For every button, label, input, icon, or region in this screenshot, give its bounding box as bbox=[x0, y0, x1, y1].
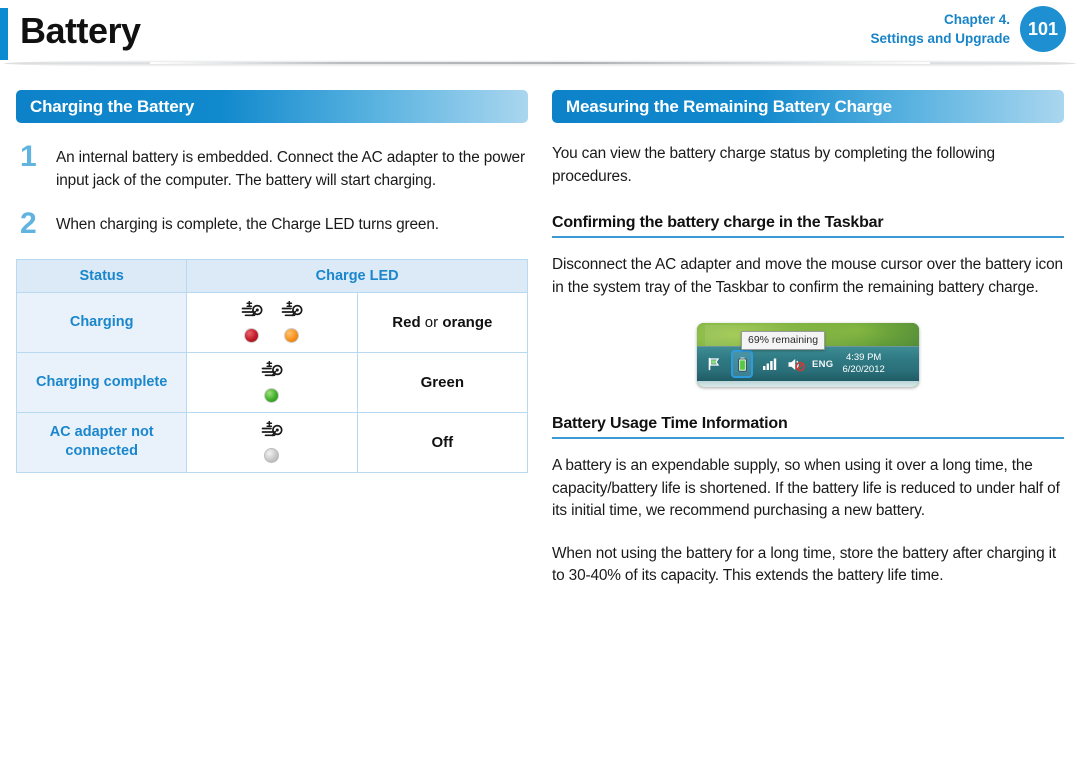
left-accent-bar bbox=[0, 8, 8, 60]
step-number: 2 bbox=[20, 207, 37, 240]
flag-icon[interactable] bbox=[705, 353, 724, 375]
paragraph-taskbar: Disconnect the AC adapter and move the m… bbox=[552, 256, 1063, 296]
step-text: When charging is complete, the Charge LE… bbox=[56, 216, 439, 233]
cell-status: Charging complete bbox=[15, 351, 188, 413]
cell-status: Charging bbox=[15, 291, 188, 353]
step-number: 1 bbox=[20, 140, 37, 173]
column-header-status: Status bbox=[15, 258, 188, 293]
led-unit bbox=[241, 300, 263, 343]
page-title: Battery bbox=[20, 10, 141, 51]
led-unit bbox=[281, 300, 303, 343]
subheading-taskbar: Confirming the battery charge in the Tas… bbox=[552, 214, 1064, 238]
chapter-number: Chapter 4. bbox=[943, 12, 1010, 27]
taskbar-screenshot: ENG 4:39 PM 6/20/2012 69% remaining bbox=[697, 323, 919, 387]
charge-led-icon bbox=[261, 420, 283, 444]
cell-status: AC adapter not connected bbox=[15, 411, 188, 473]
led-color-red: Red bbox=[392, 313, 421, 331]
section-header-measuring: Measuring the Remaining Battery Charge bbox=[552, 90, 1064, 123]
cell-led-color: Green bbox=[356, 351, 529, 413]
battery-icon[interactable] bbox=[731, 350, 753, 378]
charge-led-icon bbox=[261, 360, 283, 384]
right-column: Measuring the Remaining Battery Charge Y… bbox=[552, 90, 1064, 588]
header-divider-line bbox=[150, 62, 930, 64]
section-header-charging: Charging the Battery bbox=[16, 90, 528, 123]
led-dot-off bbox=[264, 447, 280, 463]
table-row: Charging complete Green bbox=[15, 351, 529, 413]
led-unit bbox=[261, 360, 283, 403]
taskbar: ENG 4:39 PM 6/20/2012 bbox=[697, 346, 919, 381]
charge-led-table: Status Charge LED Charging Red or orange… bbox=[15, 258, 529, 473]
led-dot-orange bbox=[284, 327, 300, 343]
led-unit bbox=[261, 420, 283, 463]
table-header-row: Status Charge LED bbox=[15, 258, 528, 293]
subheading-usage-time: Battery Usage Time Information bbox=[552, 415, 1064, 439]
page-number-badge: 101 bbox=[1020, 6, 1066, 52]
step-item: 1 An internal battery is embedded. Conne… bbox=[16, 140, 528, 192]
cell-led-indicators bbox=[186, 411, 358, 473]
led-color-orange: orange bbox=[442, 313, 493, 331]
paragraph-storage: When not using the battery for a long ti… bbox=[552, 544, 1057, 585]
chapter-label: Chapter 4. Settings and Upgrade bbox=[870, 10, 1010, 48]
taskbar-bottom-edge bbox=[697, 381, 919, 387]
charge-led-icon bbox=[281, 300, 303, 324]
led-dot-green bbox=[264, 387, 280, 403]
cell-led-indicators bbox=[186, 351, 358, 413]
page-header: Battery Chapter 4. Settings and Upgrade … bbox=[0, 0, 1080, 67]
table-row: Charging Red or orange bbox=[15, 291, 529, 353]
network-icon[interactable] bbox=[760, 353, 779, 375]
clock-date: 6/20/2012 bbox=[842, 364, 885, 375]
chapter-name: Settings and Upgrade bbox=[870, 31, 1010, 46]
led-color-conjunction: or bbox=[420, 313, 443, 331]
led-dot-red bbox=[244, 327, 260, 343]
column-header-charge-led: Charge LED bbox=[186, 258, 528, 293]
step-item: 2 When charging is complete, the Charge … bbox=[16, 207, 528, 240]
charge-led-icon bbox=[241, 300, 263, 324]
clock-time: 4:39 PM bbox=[845, 352, 882, 363]
section-title-text: Charging the Battery bbox=[30, 96, 195, 116]
system-tray bbox=[697, 350, 805, 378]
intro-paragraph: You can view the battery charge status b… bbox=[552, 145, 995, 185]
step-text: An internal battery is embedded. Connect… bbox=[56, 149, 525, 189]
volume-muted-icon[interactable] bbox=[786, 353, 805, 375]
section-title-text: Measuring the Remaining Battery Charge bbox=[566, 96, 892, 116]
language-indicator[interactable]: ENG bbox=[812, 359, 834, 370]
cell-led-indicators bbox=[186, 291, 358, 353]
paragraph-usage-time: A battery is an expendable supply, so wh… bbox=[552, 457, 1060, 519]
battery-tooltip: 69% remaining bbox=[741, 331, 826, 350]
clock[interactable]: 4:39 PM 6/20/2012 bbox=[843, 352, 885, 376]
cell-led-color: Off bbox=[356, 411, 529, 473]
left-column: Charging the Battery 1 An internal batte… bbox=[15, 90, 529, 473]
table-row: AC adapter not connected Off bbox=[15, 411, 529, 473]
cell-led-color: Red or orange bbox=[356, 291, 529, 353]
